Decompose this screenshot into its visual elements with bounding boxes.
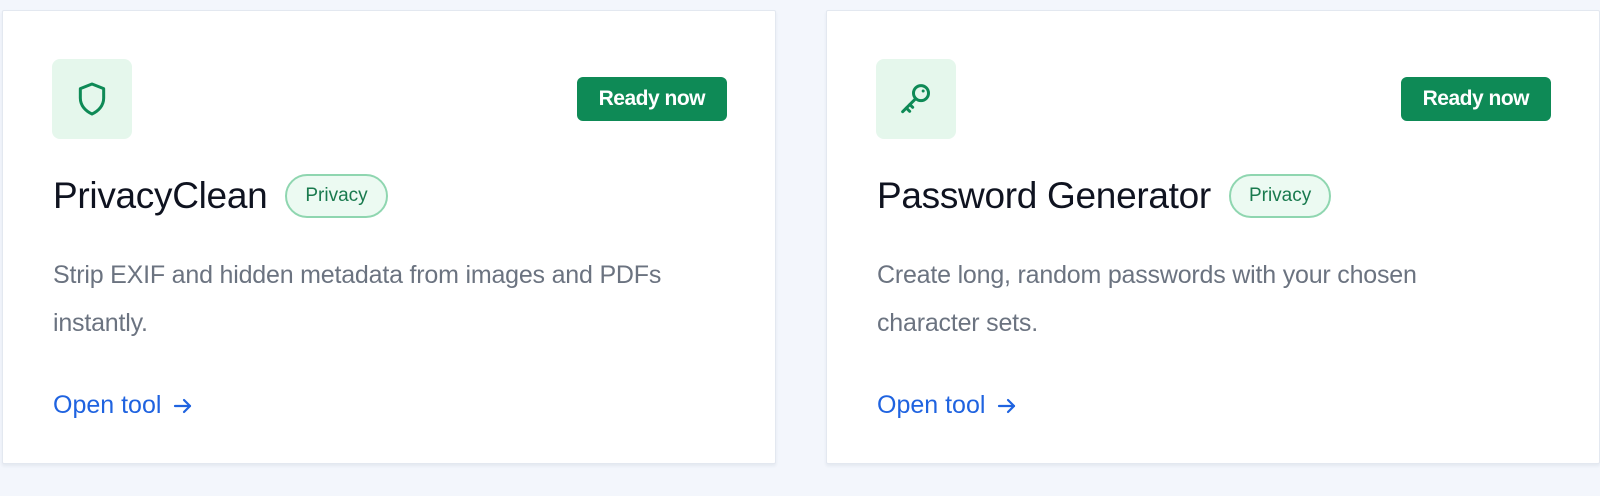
status-badge: Ready now [1400,77,1551,121]
title-row: PrivacyClean Privacy [53,174,388,218]
shield-icon [78,82,106,116]
open-tool-link[interactable]: Open tool [877,391,1019,420]
tool-description: Create long, random passwords with your … [877,261,1417,337]
tool-card-password-generator: Ready now Password Generator Privacy Cre… [826,10,1600,464]
key-icon [901,84,930,114]
tool-card-privacyclean: Ready now PrivacyClean Privacy Strip EXI… [2,10,776,464]
title-row: Password Generator Privacy [877,174,1332,218]
category-chip: Privacy [285,174,388,218]
status-badge: Ready now [576,77,727,121]
tool-description: Strip EXIF and hidden metadata from imag… [53,261,662,337]
arrow-right-icon [998,398,1016,413]
arrow-right-icon [174,398,192,413]
tool-title: Password Generator [877,175,1211,216]
tool-title: PrivacyClean [53,175,268,216]
category-chip: Privacy [1228,174,1332,218]
icon-tile [52,59,132,139]
open-tool-label: Open tool [53,391,162,419]
icon-tile [876,59,956,139]
open-tool-label: Open tool [877,391,986,419]
open-tool-link[interactable]: Open tool [53,391,195,420]
